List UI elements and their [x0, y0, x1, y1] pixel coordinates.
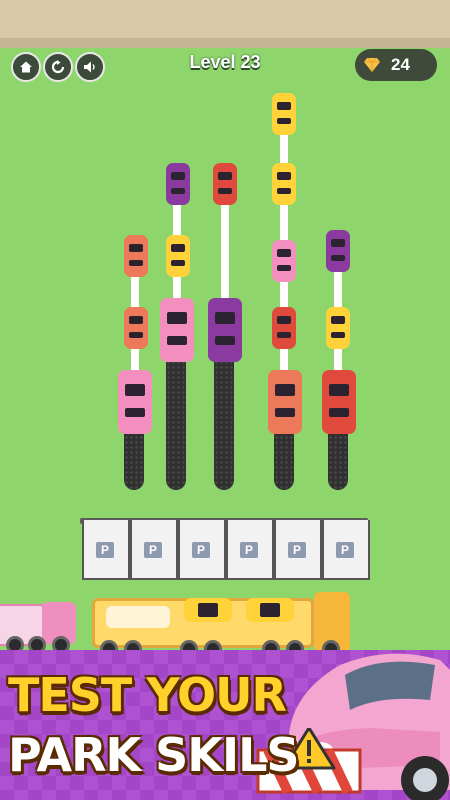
parking-slot[interactable]: P: [130, 520, 178, 580]
car-purple[interactable]: [326, 230, 350, 272]
sound-icon: [84, 61, 95, 73]
car-red[interactable]: [213, 163, 237, 205]
carrier-window: [106, 606, 170, 628]
parking-icon: P: [336, 542, 354, 558]
promo-line-2: PARK SKILS: [8, 728, 300, 782]
car-yellow[interactable]: [272, 163, 296, 205]
car-salmon-large[interactable]: [268, 370, 302, 434]
car-yellow[interactable]: [272, 93, 296, 135]
gem-icon: [364, 57, 380, 72]
restart-icon: [51, 60, 65, 74]
parking-icon: P: [192, 542, 210, 558]
loaded-car-yellow: [246, 598, 294, 622]
car-pink-large[interactable]: [118, 370, 152, 434]
car-yellow[interactable]: [166, 235, 190, 277]
home-icon: [20, 61, 32, 73]
car-salmon[interactable]: [124, 235, 148, 277]
parking-icon: P: [240, 542, 258, 558]
gem-count: 24: [391, 55, 410, 74]
parking-slot[interactable]: P: [274, 520, 322, 580]
parking-slot[interactable]: P: [226, 520, 274, 580]
parking-slot[interactable]: P: [178, 520, 226, 580]
car-salmon[interactable]: [124, 307, 148, 349]
level-label: Level 23: [189, 52, 261, 72]
lane-line: [221, 200, 229, 300]
restart-button[interactable]: [43, 52, 73, 82]
car-pink[interactable]: [272, 240, 296, 282]
promo-line-1: TEST YOUR: [8, 668, 287, 722]
car-pink-large[interactable]: [160, 298, 194, 362]
parking-slot[interactable]: P: [82, 520, 130, 580]
top-wall-shadow: [0, 38, 450, 48]
parking-icon: P: [144, 542, 162, 558]
loaded-car-yellow: [184, 598, 232, 622]
home-button[interactable]: [11, 52, 41, 82]
car-purple-large[interactable]: [208, 298, 242, 362]
parking-icon: P: [288, 542, 306, 558]
gem-counter: 24: [355, 49, 437, 81]
car-yellow[interactable]: [326, 307, 350, 349]
car-track: [166, 350, 186, 490]
sound-button[interactable]: [75, 52, 105, 82]
car-red-large[interactable]: [322, 370, 356, 434]
car-red[interactable]: [272, 307, 296, 349]
car-purple[interactable]: [166, 163, 190, 205]
parking-icon: P: [96, 542, 114, 558]
parking-slot[interactable]: P: [322, 520, 370, 580]
car-track: [214, 350, 234, 490]
game-screen: Level 23 24 P P P P P P TEST YOUR PARK S…: [0, 0, 450, 800]
